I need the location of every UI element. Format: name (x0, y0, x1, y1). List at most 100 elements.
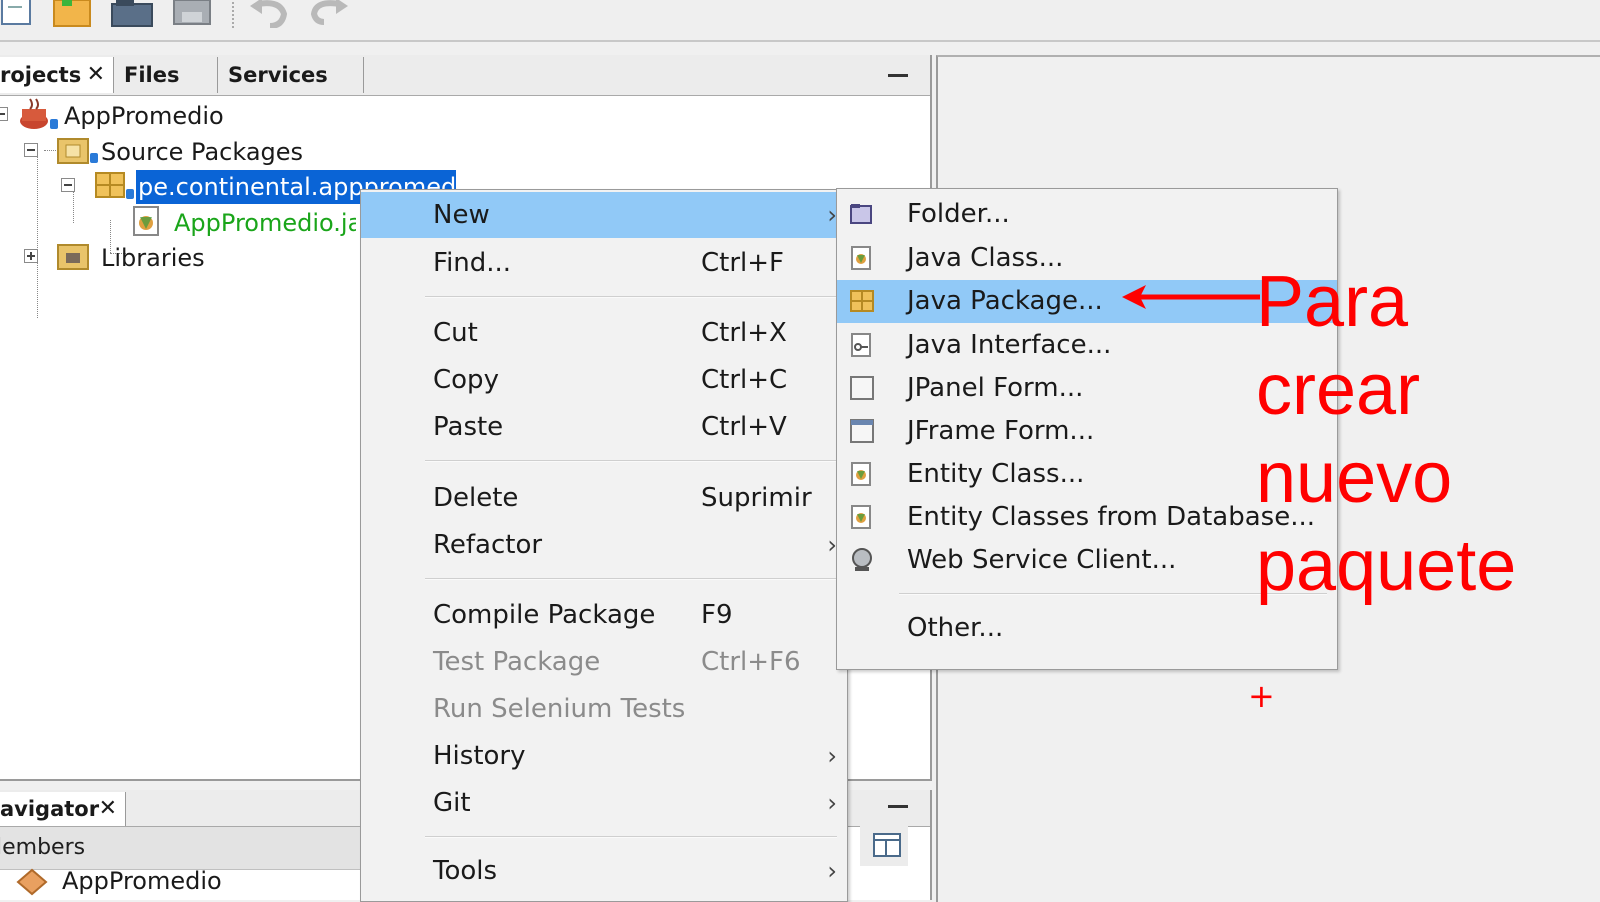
tab-files-label: Files (124, 63, 180, 87)
tab-navigator-label: avigator (0, 797, 100, 821)
undo-icon[interactable] (248, 0, 288, 29)
web-service-icon (852, 548, 872, 571)
java-project-icon (16, 97, 60, 135)
tab-services[interactable]: Services (218, 57, 364, 93)
menu-item-copy[interactable]: Copy Ctrl+C (361, 357, 847, 403)
annotation-text-line-2: crear (1256, 350, 1421, 430)
new-project-icon[interactable] (52, 0, 91, 28)
jpanel-form-icon (850, 376, 874, 400)
submenu-item-label: Java Interface... (907, 330, 1112, 360)
tree-project-label[interactable]: AppPromedio (64, 99, 224, 133)
menu-item-tools[interactable]: Tools › (361, 848, 847, 894)
submenu-item-label: Java Class... (907, 243, 1064, 273)
minimize-icon[interactable] (888, 74, 908, 77)
menu-item-shortcut: Suprimir (701, 483, 812, 513)
layout-icon[interactable] (860, 826, 908, 866)
tab-projects[interactable]: rojects ✕ (0, 57, 114, 93)
menu-item-shortcut: Ctrl+F6 (701, 647, 801, 677)
folder-icon (850, 204, 872, 224)
tree-libraries-label[interactable]: Libraries (101, 241, 205, 275)
open-project-icon[interactable] (110, 0, 153, 28)
libraries-icon (56, 239, 96, 277)
submenu-item-folder[interactable]: Folder... (837, 193, 1337, 236)
annotation-text-line-1: Para (1256, 262, 1409, 342)
menu-item-label: Find... (433, 248, 512, 278)
menu-item-label: Refactor (433, 530, 543, 560)
submenu-item-label: Folder... (907, 199, 1010, 229)
projects-tabbar: rojects ✕ Files Services (0, 55, 930, 96)
submenu-item-label: JPanel Form... (907, 373, 1084, 403)
submenu-item-label: JFrame Form... (907, 416, 1095, 446)
tree-guide-line (37, 148, 38, 318)
submenu-arrow-icon: › (827, 742, 837, 770)
menu-item-shortcut: Ctrl+X (701, 318, 787, 348)
menu-item-shortcut: Ctrl+C (701, 365, 788, 395)
annotation-text-line-3: nuevo (1256, 438, 1453, 518)
members-label: lembers (0, 835, 86, 860)
close-icon[interactable]: ✕ (87, 57, 105, 93)
menu-item-label: Run Selenium Tests (433, 694, 686, 724)
menu-item-shortcut: Ctrl+F (701, 248, 785, 278)
menu-separator (425, 460, 837, 462)
java-package-icon (850, 290, 874, 312)
menu-item-shortcut: Ctrl+V (701, 412, 787, 442)
minimize-icon[interactable] (888, 805, 908, 808)
source-packages-icon (56, 133, 100, 171)
menu-item-refactor[interactable]: Refactor › (361, 522, 847, 568)
menu-item-label: Git (433, 788, 471, 818)
annotation-text-line-4: paquete (1256, 526, 1517, 606)
menu-item-cut[interactable]: Cut Ctrl+X (361, 310, 847, 356)
new-file-icon[interactable] (0, 0, 36, 28)
tree-file-label[interactable]: AppPromedio.ja (174, 206, 356, 240)
menu-item-paste[interactable]: Paste Ctrl+V (361, 404, 847, 450)
tab-files[interactable]: Files (114, 57, 218, 93)
menu-item-label: Compile Package (433, 600, 656, 630)
menu-item-new[interactable]: New › (361, 192, 847, 238)
menu-item-label: Paste (433, 412, 504, 442)
submenu-item-label: Web Service Client... (907, 545, 1177, 575)
filter-bar (860, 826, 908, 866)
tab-navigator[interactable]: avigator ✕ (0, 792, 126, 826)
submenu-item-label: Java Package... (907, 286, 1103, 316)
collapse-toggle[interactable] (0, 107, 8, 121)
menu-item-label: New (433, 200, 490, 230)
java-class-icon (851, 246, 871, 270)
collapse-toggle[interactable] (24, 143, 38, 157)
submenu-item-label: Entity Classes from Database... (907, 502, 1316, 532)
menu-item-test-package: Test Package Ctrl+F6 (361, 639, 847, 685)
context-menu: New › Find... Ctrl+F Cut Ctrl+X Copy Ctr… (360, 189, 848, 902)
tab-projects-label: rojects (0, 63, 82, 87)
redo-icon[interactable] (306, 0, 348, 28)
menu-item-find[interactable]: Find... Ctrl+F (361, 240, 847, 286)
java-interface-icon (851, 333, 871, 357)
tab-services-label: Services (228, 63, 328, 87)
navigator-item-label[interactable]: AppPromedio (62, 864, 222, 898)
menu-item-label: Copy (433, 365, 499, 395)
menu-item-run-selenium-tests: Run Selenium Tests (361, 686, 847, 732)
java-file-icon (130, 205, 164, 241)
save-all-icon[interactable] (170, 0, 211, 28)
menu-item-history[interactable]: History › (361, 733, 847, 779)
menu-item-label: Delete (433, 483, 519, 513)
submenu-item-label: Entity Class... (907, 459, 1085, 489)
menu-item-shortcut: F9 (701, 600, 733, 630)
menu-item-delete[interactable]: Delete Suprimir (361, 475, 847, 521)
crosshair-cursor: + (1248, 677, 1275, 715)
menu-item-label: History (433, 741, 526, 771)
menu-separator (425, 836, 837, 838)
menu-item-label: Cut (433, 318, 478, 348)
jframe-form-icon (850, 419, 874, 443)
expand-toggle[interactable] (24, 249, 38, 263)
submenu-item-other[interactable]: Other... (837, 607, 1337, 650)
menu-separator (425, 296, 837, 298)
annotation-arrow (1122, 285, 1260, 309)
submenu-arrow-icon: › (827, 857, 837, 885)
entity-class-icon (851, 462, 871, 486)
close-icon[interactable]: ✕ (99, 792, 117, 826)
menu-item-git[interactable]: Git › (361, 780, 847, 826)
submenu-item-label: Other... (907, 613, 1004, 643)
collapse-toggle[interactable] (61, 178, 75, 192)
tree-source-packages-label[interactable]: Source Packages (101, 135, 303, 169)
entity-database-icon (851, 505, 871, 529)
menu-item-compile-package[interactable]: Compile Package F9 (361, 592, 847, 638)
